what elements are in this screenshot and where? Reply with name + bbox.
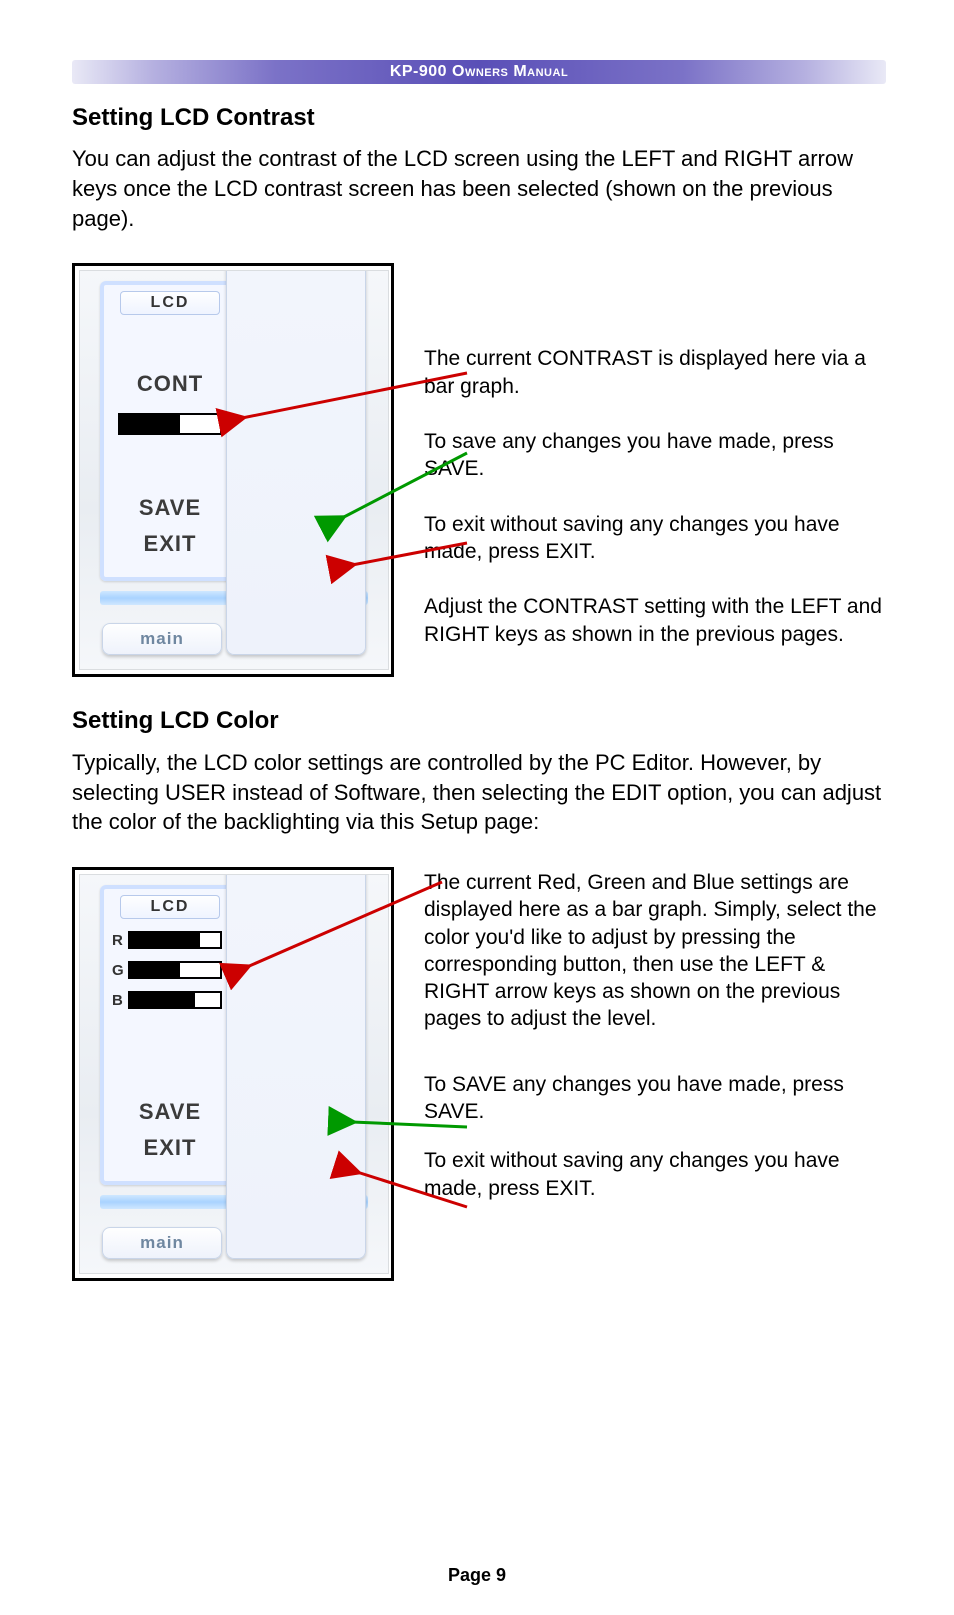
bar-r [128,931,222,949]
nav-main-button[interactable]: main [102,623,222,655]
callouts-color: The current Red, Green and Blue settings… [394,867,886,1224]
callout-contrast-4: Adjust the CONTRAST setting with the LEF… [424,593,886,648]
figure-color: LCD R G B SAVE EXIT [72,867,886,1281]
panel-frame: LCD CONT SAVE EXIT main page [72,263,394,677]
bar-r-fill [130,933,200,947]
contrast-bar [118,413,222,435]
bar-b-fill [130,993,195,1007]
panel-frame-2: LCD R G B SAVE EXIT [72,867,394,1281]
lcd-panel-2: LCD R G B SAVE EXIT [79,874,389,1274]
header-bar: KP-900 Owners Manual [72,60,886,84]
lcd-column-2: LCD R G B SAVE EXIT [100,885,240,1185]
lcd-column: LCD CONT SAVE EXIT [100,281,240,581]
callouts-contrast: The current CONTRAST is displayed here v… [394,263,886,675]
heading-contrast: Setting LCD Contrast [72,102,886,134]
lcd-title: LCD [120,291,220,315]
lcd-panel: LCD CONT SAVE EXIT main page [79,270,389,670]
header-title: KP-900 Owners Manual [390,63,568,80]
page-number: Page 9 [0,1563,954,1587]
label-save-2: SAVE [100,1097,240,1127]
label-g: G [112,961,124,981]
figure-contrast: LCD CONT SAVE EXIT main page [72,263,886,677]
callout-contrast-3: To exit without saving any changes you h… [424,511,886,566]
label-exit: EXIT [100,529,240,559]
nav-main-button-2[interactable]: main [102,1227,222,1259]
callout-color-2: To SAVE any changes you have made, press… [424,1071,886,1126]
label-exit-2: EXIT [100,1133,240,1163]
bar-g-fill [130,963,180,977]
heading-color: Setting LCD Color [72,705,886,737]
nav-page-button[interactable]: page [226,270,366,655]
label-save: SAVE [100,493,240,523]
callout-contrast-1: The current CONTRAST is displayed here v… [424,345,886,400]
bar-g [128,961,222,979]
callout-color-3: To exit without saving any changes you h… [424,1147,886,1202]
nav-page-button-2[interactable]: page [226,874,366,1259]
label-cont: CONT [100,369,240,399]
contrast-bar-fill [120,415,180,433]
callout-color-1: The current Red, Green and Blue settings… [424,869,886,1033]
label-b: B [112,991,123,1011]
bar-b [128,991,222,1009]
callout-contrast-2: To save any changes you have made, press… [424,428,886,483]
lcd-title-2: LCD [120,895,220,919]
intro-contrast: You can adjust the contrast of the LCD s… [72,144,886,233]
intro-color: Typically, the LCD color settings are co… [72,748,886,837]
label-r: R [112,931,123,951]
